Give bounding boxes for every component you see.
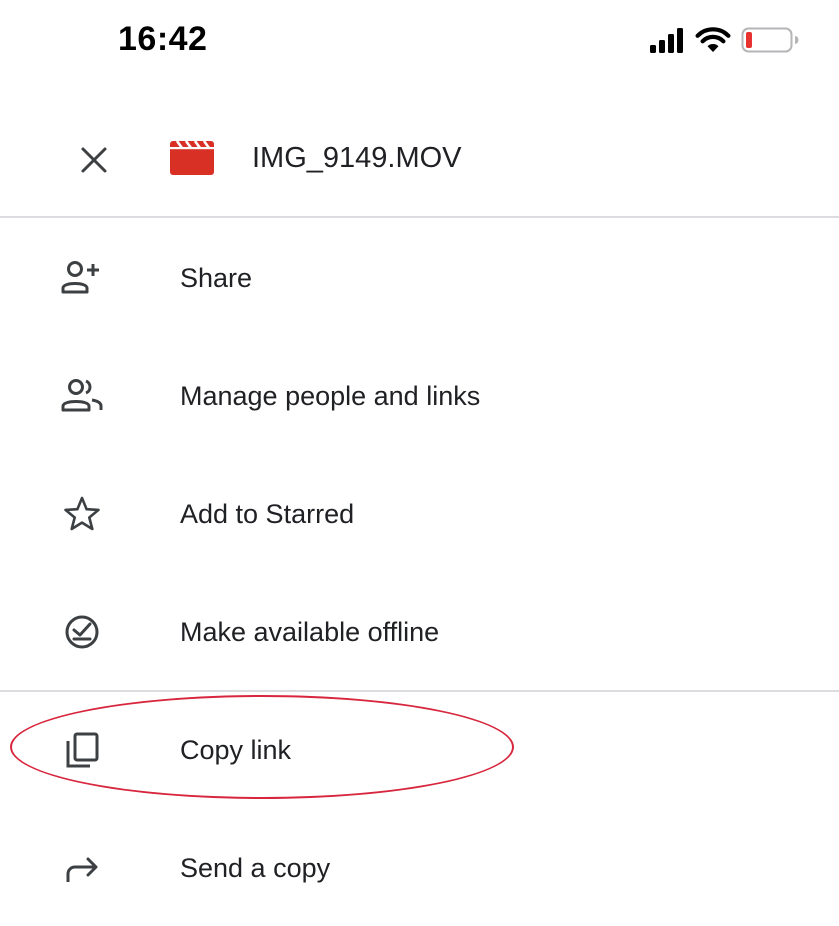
menu-item-copy-link[interactable]: Copy link — [0, 690, 839, 808]
menu-item-label: Add to Starred — [180, 499, 355, 529]
cellular-signal-icon — [650, 28, 683, 53]
offline-check-icon — [60, 610, 104, 654]
menu-item-label: Share — [180, 263, 253, 293]
menu-item-label: Send a copy — [180, 853, 331, 883]
wifi-icon — [695, 27, 731, 52]
people-icon — [60, 374, 104, 418]
menu-item-label: Copy link — [180, 735, 292, 765]
status-icons — [649, 26, 799, 54]
menu-item-label: Manage people and links — [180, 381, 481, 411]
close-icon — [81, 147, 107, 173]
action-menu: Share Manage people and links Add to Sta… — [0, 218, 839, 926]
copy-icon — [60, 728, 104, 772]
video-file-icon — [168, 137, 216, 182]
menu-item-send-copy[interactable]: Send a copy — [0, 808, 839, 926]
status-time: 16:42 — [118, 20, 208, 58]
status-bar: 16:42 — [0, 0, 839, 90]
forward-arrow-icon — [60, 846, 104, 890]
sheet-header: IMG_9149.MOV — [0, 110, 839, 218]
battery-icon — [741, 27, 799, 53]
file-name: IMG_9149.MOV — [252, 142, 462, 174]
star-outline-icon — [60, 492, 104, 536]
menu-item-make-offline[interactable]: Make available offline — [0, 572, 839, 690]
menu-item-label: Make available offline — [180, 617, 440, 647]
close-button[interactable] — [72, 138, 116, 182]
menu-item-manage-people[interactable]: Manage people and links — [0, 336, 839, 454]
person-add-icon — [60, 256, 104, 300]
menu-item-share[interactable]: Share — [0, 218, 839, 336]
menu-item-add-to-starred[interactable]: Add to Starred — [0, 454, 839, 572]
